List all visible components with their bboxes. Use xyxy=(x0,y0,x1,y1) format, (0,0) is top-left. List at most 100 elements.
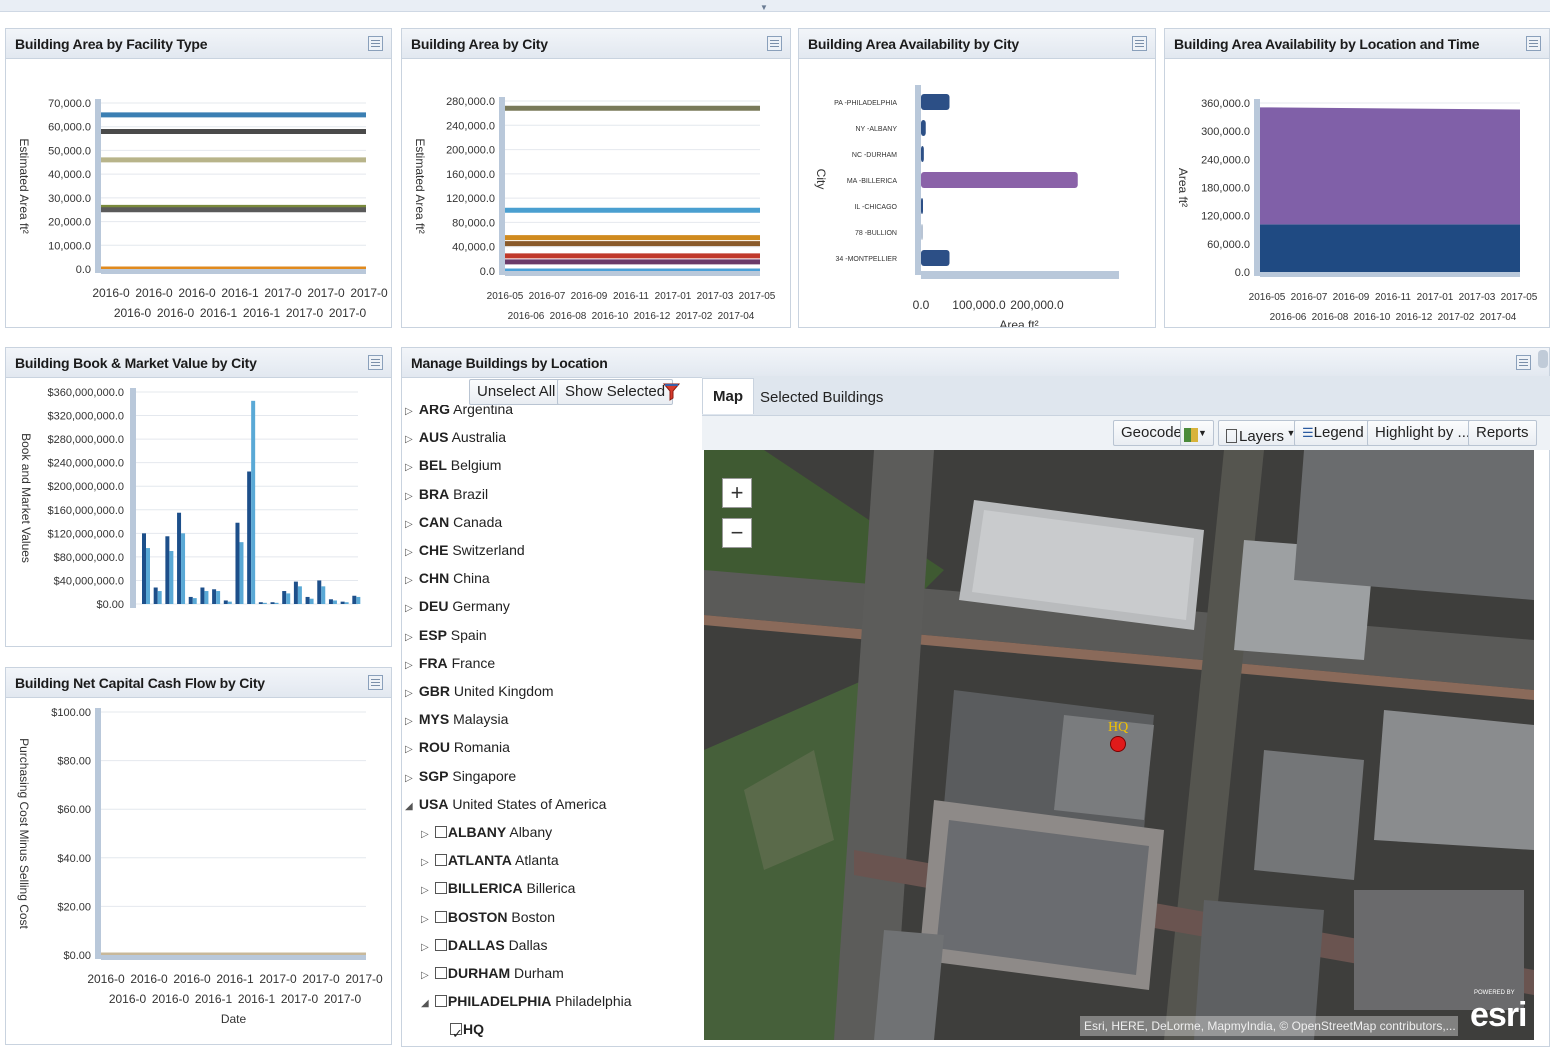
country-code: CHN xyxy=(418,570,450,587)
panel-menu-icon[interactable] xyxy=(368,36,383,51)
tree-country-esp[interactable]: ▷ ESP Spain xyxy=(405,621,487,649)
scroll-handle[interactable] xyxy=(1538,350,1548,368)
x-tick-label: 2016-11 xyxy=(613,291,649,302)
tree-city-billerica[interactable]: ▷ BILLERICA Billerica xyxy=(421,874,575,902)
collapsed-triangle-icon[interactable]: ▷ xyxy=(421,849,431,877)
expanded-triangle-icon[interactable]: ◢ xyxy=(405,793,415,821)
collapsed-triangle-icon[interactable]: ▷ xyxy=(405,539,415,567)
collapsed-triangle-icon[interactable]: ▷ xyxy=(421,934,431,962)
top-collapse-bar[interactable]: ▼ xyxy=(0,0,1550,12)
y-tick-label: $0.00 xyxy=(63,950,91,962)
checkbox[interactable] xyxy=(434,854,447,867)
tree-city-atlanta[interactable]: ▷ ATLANTA Atlanta xyxy=(421,846,559,874)
tree-country-chn[interactable]: ▷ CHN China xyxy=(405,564,490,592)
tree-country-gbr[interactable]: ▷ GBR United Kingdom xyxy=(405,677,554,705)
checkbox-checked[interactable]: ✓ xyxy=(450,1023,463,1041)
city-code: BILLERICA xyxy=(447,880,523,897)
x-axis-bar xyxy=(505,271,760,276)
collapsed-triangle-icon[interactable]: ▷ xyxy=(405,708,415,736)
zoom-out-button[interactable]: − xyxy=(722,518,752,548)
bar xyxy=(317,580,322,604)
panel-menu-icon[interactable] xyxy=(1132,36,1147,51)
collapsed-triangle-icon[interactable]: ▷ xyxy=(421,821,431,849)
highlight-by-button[interactable]: Highlight by ... xyxy=(1367,420,1479,446)
y-tick-label: NY -ALBANY xyxy=(856,126,898,133)
tab-selected-buildings[interactable]: Selected Buildings xyxy=(750,380,893,416)
tree-country-rou[interactable]: ▷ ROU Romania xyxy=(405,733,510,761)
chart-availability-time: 360,000.0 300,000.0 240,000.0 180,000.0 120,… xyxy=(1176,98,1538,323)
legend-button[interactable]: ☰Legend xyxy=(1294,420,1372,446)
tab-map[interactable]: Map xyxy=(702,378,754,414)
country-code: ARG xyxy=(418,405,451,417)
zoom-in-button[interactable]: + xyxy=(722,478,752,508)
checkbox[interactable] xyxy=(434,882,447,895)
collapsed-triangle-icon[interactable]: ▷ xyxy=(405,483,415,511)
panel-menu-icon[interactable] xyxy=(368,355,383,370)
country-code: AUS xyxy=(418,429,449,446)
checkbox[interactable] xyxy=(434,826,447,838)
checkbox[interactable] xyxy=(434,967,447,979)
tree-city-albany[interactable]: ▷ ALBANY Albany xyxy=(421,818,552,846)
collapsed-triangle-icon[interactable]: ▷ xyxy=(421,877,431,905)
city-name: Billerica xyxy=(526,880,576,897)
collapsed-triangle-icon[interactable]: ▷ xyxy=(405,426,415,454)
unselect-all-button[interactable]: Unselect All xyxy=(469,379,564,405)
panel-menu-icon[interactable] xyxy=(368,675,383,690)
collapsed-triangle-icon[interactable]: ▷ xyxy=(405,652,415,680)
checkbox[interactable] xyxy=(434,995,447,1008)
collapsed-triangle-icon[interactable]: ▷ xyxy=(421,962,431,990)
collapsed-triangle-icon[interactable]: ▷ xyxy=(405,680,415,708)
x-tick-label: 2017-0 xyxy=(329,306,367,320)
y-tick-label: 0.0 xyxy=(1235,267,1250,279)
collapse-arrow-icon[interactable]: ▼ xyxy=(760,3,768,12)
tree-country-sgp[interactable]: ▷ SGP Singapore xyxy=(405,762,516,790)
tree-city-philadelphia[interactable]: ◢ PHILADELPHIA Philadelphia xyxy=(421,987,632,1015)
bar xyxy=(921,250,950,266)
tree-country-bra[interactable]: ▷ BRA Brazil xyxy=(405,480,488,508)
tree-country-fra[interactable]: ▷ FRA France xyxy=(405,649,495,677)
geocode-button[interactable]: Geocode xyxy=(1113,420,1190,446)
tree-country-can[interactable]: ▷ CAN Canada xyxy=(405,508,502,536)
country-name: Switzerland xyxy=(452,542,525,558)
hq-marker-icon[interactable] xyxy=(1110,736,1126,752)
tree-city-durham[interactable]: ▷ DURHAM Durham xyxy=(421,959,564,987)
tree-country-aus[interactable]: ▷ AUS Australia xyxy=(405,423,506,451)
layers-button[interactable]: Layers ▼ xyxy=(1218,420,1304,446)
tree-country-bel[interactable]: ▷ BEL Belgium xyxy=(405,451,501,479)
city-name: Albany xyxy=(509,824,553,840)
panel-menu-icon[interactable] xyxy=(767,36,782,51)
tree-country-deu[interactable]: ▷ DEU Germany xyxy=(405,592,510,620)
panel-cash-flow: Building Net Capital Cash Flow by City $… xyxy=(5,667,392,1045)
show-selected-button[interactable]: Show Selected xyxy=(557,379,674,405)
collapsed-triangle-icon[interactable]: ▷ xyxy=(405,511,415,539)
tree-city-dallas[interactable]: ▷ DALLAS Dallas xyxy=(421,931,547,959)
collapsed-triangle-icon[interactable]: ▷ xyxy=(405,454,415,482)
collapsed-triangle-icon[interactable]: ▷ xyxy=(405,736,415,764)
x-tick-label: 2016-09 xyxy=(1333,292,1370,303)
collapsed-triangle-icon[interactable]: ▷ xyxy=(421,906,431,934)
collapsed-triangle-icon[interactable]: ▷ xyxy=(405,595,415,623)
collapsed-triangle-icon[interactable]: ▷ xyxy=(405,765,415,793)
tree-building-hq[interactable]: ✓ HQ xyxy=(450,1015,484,1043)
panel-menu-icon[interactable] xyxy=(1516,355,1531,370)
expanded-triangle-icon[interactable]: ◢ xyxy=(421,990,431,1018)
x-tick-label: 2016-0 xyxy=(178,286,216,300)
x-axis-label: Date xyxy=(221,1012,247,1026)
reports-button[interactable]: Reports xyxy=(1468,420,1537,446)
tree-country-mys[interactable]: ▷ MYS Malaysia xyxy=(405,705,508,733)
map-view[interactable]: + − HQ Esri, HERE, DeLorme, MapmyIndia, … xyxy=(704,450,1534,1040)
bar xyxy=(239,542,244,604)
x-tick-label: 2016-12 xyxy=(1396,312,1433,323)
panel-menu-icon[interactable] xyxy=(1526,36,1541,51)
tree-country-che[interactable]: ▷ CHE Switzerland xyxy=(405,536,525,564)
filter-icon[interactable] xyxy=(663,382,681,402)
tree-country-arg[interactable]: ▷ ARG Argentina xyxy=(405,405,513,423)
checkbox[interactable] xyxy=(434,910,447,923)
collapsed-triangle-icon[interactable]: ▷ xyxy=(405,624,415,652)
tree-country-usa[interactable]: ◢ USA United States of America xyxy=(405,790,606,818)
basemap-gallery-button[interactable]: ▼ xyxy=(1180,420,1214,446)
collapsed-triangle-icon[interactable]: ▷ xyxy=(405,567,415,595)
tree-city-boston[interactable]: ▷ BOSTON Boston xyxy=(421,903,555,931)
x-tick-label: 2017-03 xyxy=(1459,292,1496,303)
checkbox[interactable] xyxy=(434,938,447,951)
